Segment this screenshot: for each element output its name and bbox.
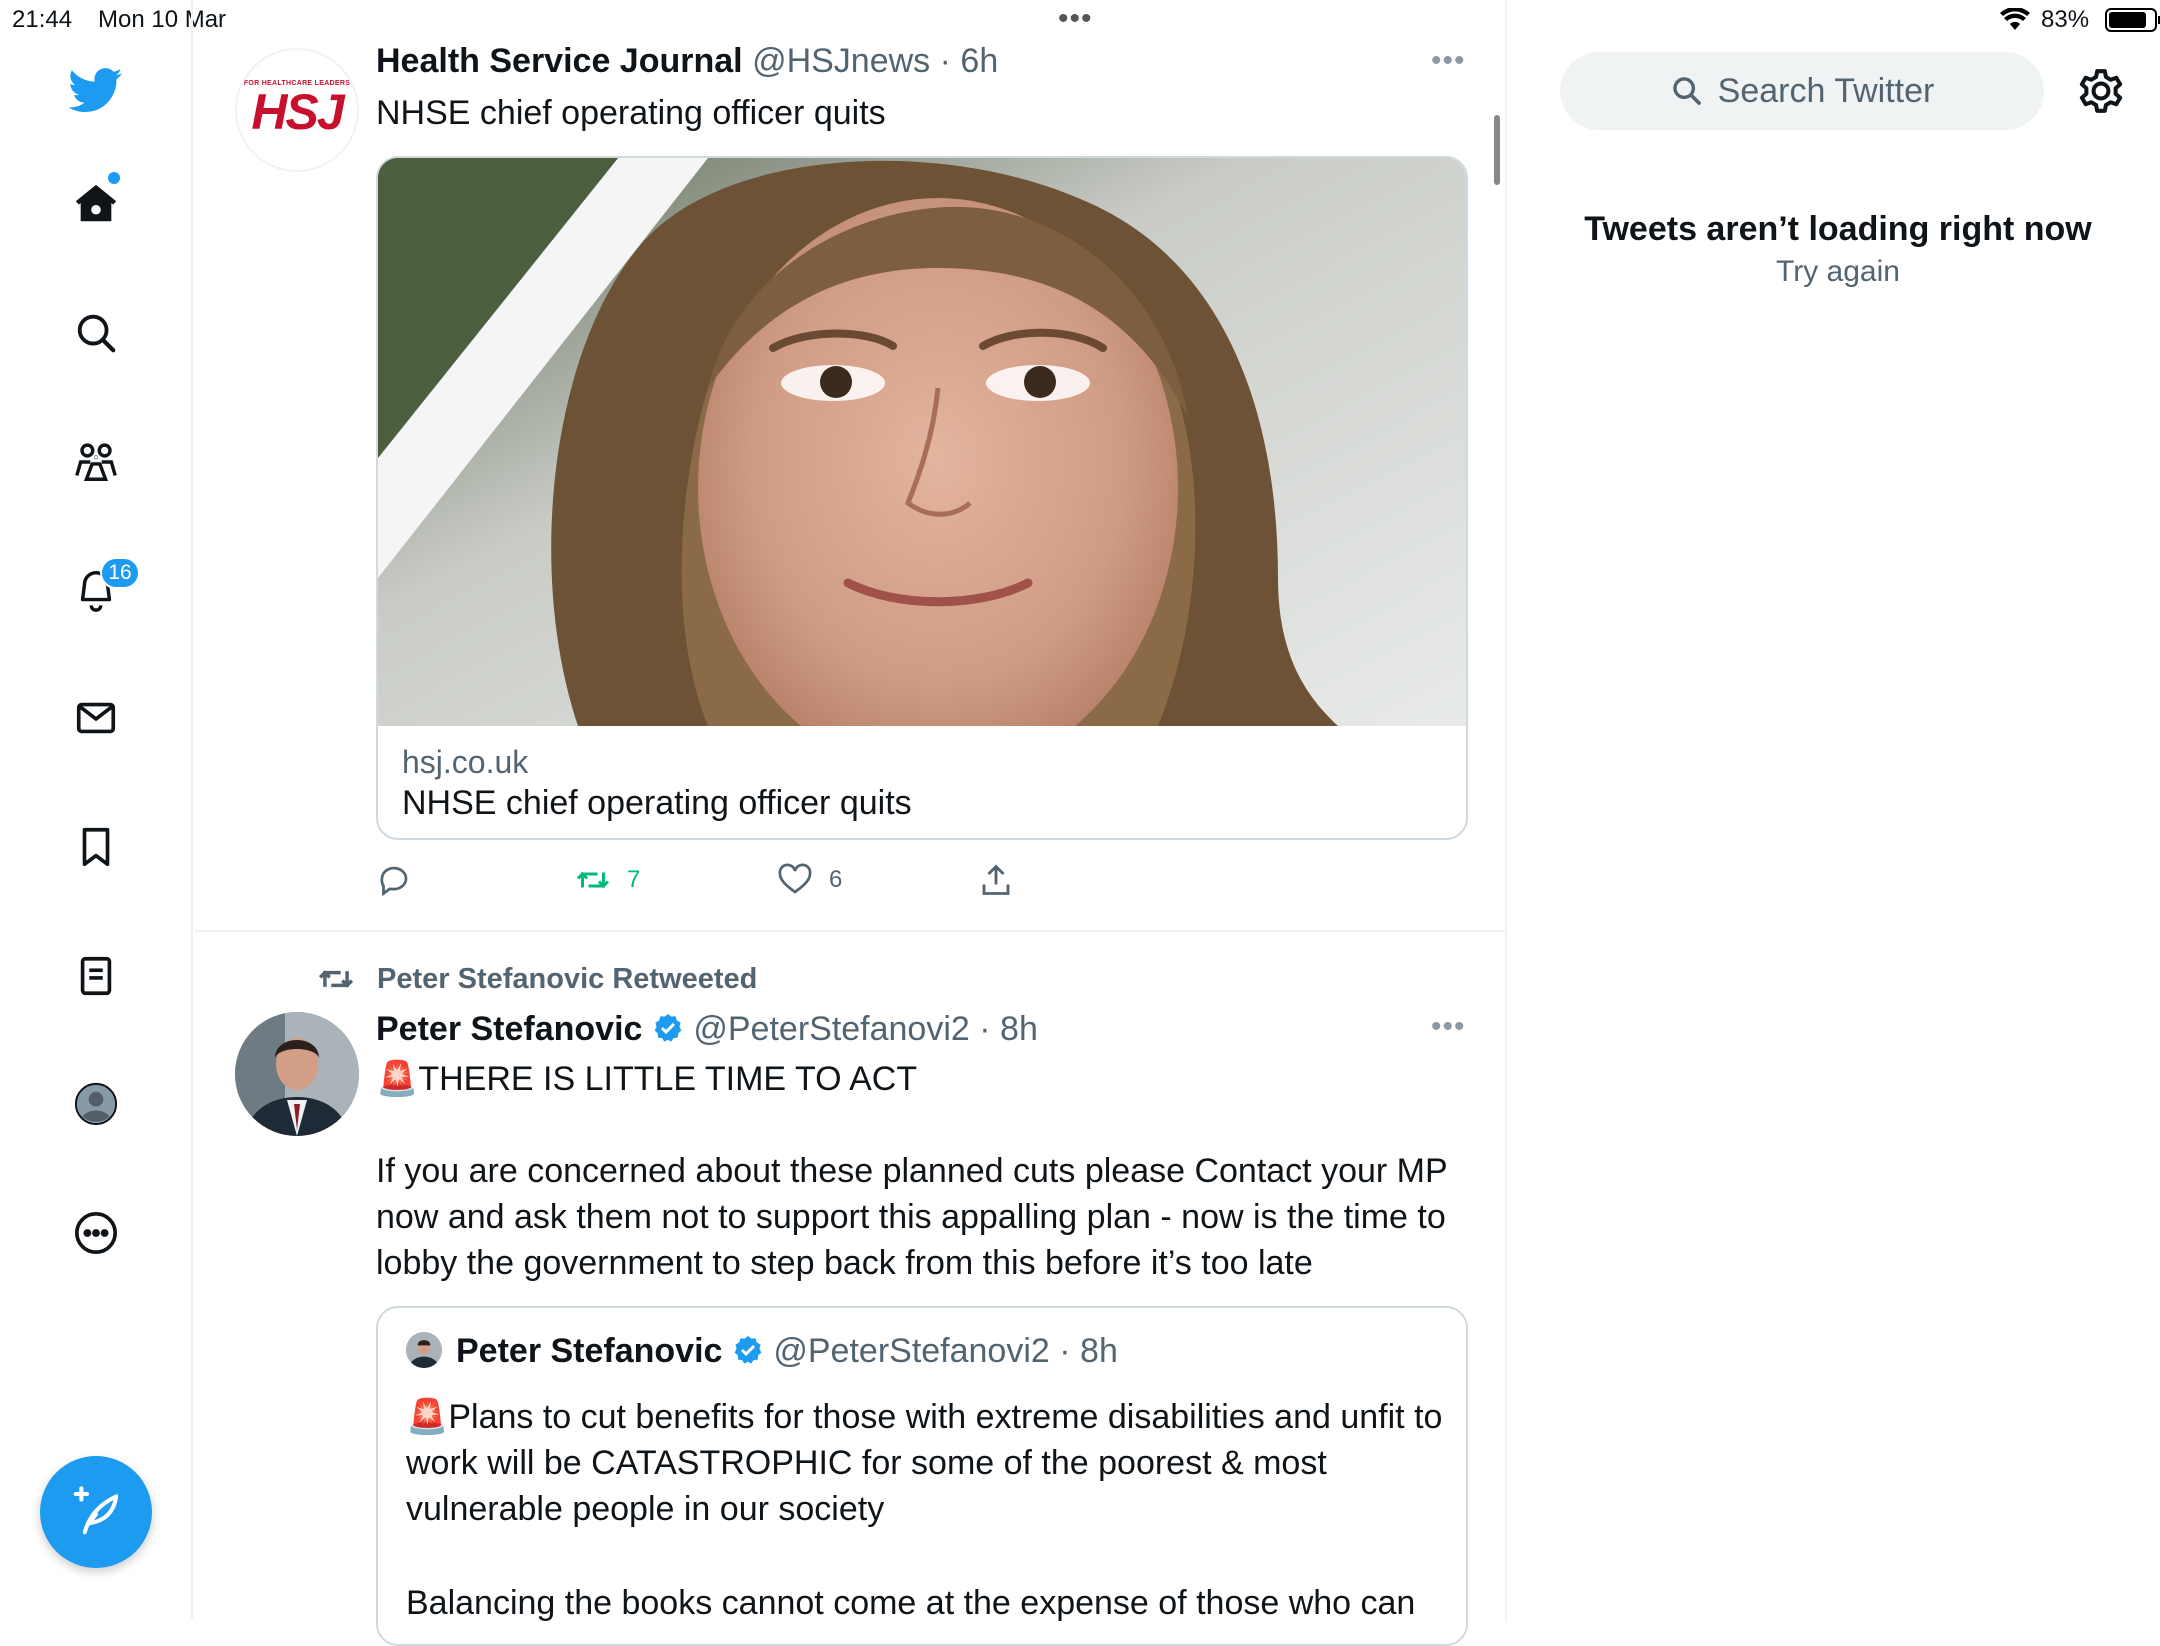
peter-stefanovic-avatar[interactable] xyxy=(235,1012,359,1136)
trends-error: Tweets aren’t loading right now Try agai… xyxy=(1560,210,2116,289)
like-button[interactable]: 6 xyxy=(777,862,842,898)
tweet-text: NHSE chief operating officer quits xyxy=(376,90,886,136)
messages-envelope-icon[interactable] xyxy=(56,678,136,758)
link-card[interactable]: hsj.co.uk NHSE chief operating officer q… xyxy=(376,156,1468,840)
tweet-author[interactable]: Peter Stefanovic xyxy=(376,1010,642,1048)
retweeted-by-row[interactable]: Peter Stefanovic Retweeted xyxy=(317,960,757,998)
battery-percent: 83% xyxy=(2041,6,2089,34)
search-placeholder: Search Twitter xyxy=(1718,72,1935,111)
twitter-logo-icon[interactable] xyxy=(56,50,136,130)
card-image xyxy=(378,158,1468,726)
retweet-small-icon xyxy=(317,960,355,998)
card-title: NHSE chief operating officer quits xyxy=(402,784,912,823)
explore-search-icon[interactable] xyxy=(56,293,136,373)
try-again-link[interactable]: Try again xyxy=(1560,255,2116,289)
quote-text-para1: 🚨Plans to cut benefits for those with ex… xyxy=(406,1394,1446,1532)
quote-time: · 8h xyxy=(1059,1332,1118,1370)
timeline-scrollbar[interactable] xyxy=(1494,115,1500,185)
tweet-text-para2: If you are concerned about these planned… xyxy=(376,1148,1476,1286)
tweet-divider xyxy=(195,930,1507,932)
tweet-time[interactable]: · 6h xyxy=(940,42,999,80)
verified-badge-icon xyxy=(732,1334,764,1366)
like-count: 6 xyxy=(829,866,842,894)
timeline: FOR HEALTHCARE LEADERS HSJ Health Servic… xyxy=(195,0,1507,1620)
home-unread-dot xyxy=(108,172,120,184)
home-icon[interactable] xyxy=(56,164,136,244)
tweet-time[interactable]: · 8h xyxy=(979,1010,1038,1048)
retweet-count: 7 xyxy=(627,866,640,894)
tweet-header: Health Service Journal @HSJnews · 6h xyxy=(376,42,998,81)
retweet-button[interactable]: 7 xyxy=(575,862,640,898)
battery-icon xyxy=(2105,8,2157,32)
tweet-author[interactable]: Health Service Journal xyxy=(376,42,743,80)
verified-badge-icon xyxy=(652,1012,684,1044)
tweet-text-line1: 🚨THERE IS LITTLE TIME TO ACT xyxy=(376,1056,917,1102)
quote-text-para2: Balancing the books cannot come at the e… xyxy=(406,1580,1446,1626)
feather-plus-icon xyxy=(69,1485,123,1539)
communities-icon[interactable] xyxy=(56,422,136,502)
notifications-badge: 16 xyxy=(100,557,140,589)
left-nav: 16 xyxy=(0,0,193,1620)
wifi-icon xyxy=(2000,8,2030,37)
tweet-handle[interactable]: @PeterStefanovi2 xyxy=(693,1010,969,1048)
lists-icon[interactable] xyxy=(56,936,136,1016)
quote-handle: @PeterStefanovi2 xyxy=(773,1332,1049,1370)
tweet-more-icon[interactable]: ••• xyxy=(1431,44,1466,78)
quote-header: Peter Stefanovic @PeterStefanovi2 · 8h xyxy=(456,1332,1118,1371)
more-options-icon[interactable] xyxy=(56,1193,136,1273)
profile-avatar-icon[interactable] xyxy=(56,1064,136,1144)
reply-button[interactable] xyxy=(376,862,428,898)
quote-author-avatar xyxy=(406,1332,442,1368)
tweet-more-icon[interactable]: ••• xyxy=(1431,1010,1466,1044)
bookmark-icon[interactable] xyxy=(56,807,136,887)
settings-gear-icon[interactable] xyxy=(2074,64,2128,118)
tweet-header: Peter Stefanovic @PeterStefanovi2 · 8h xyxy=(376,1010,1038,1049)
error-title: Tweets aren’t loading right now xyxy=(1560,210,2116,249)
search-icon xyxy=(1670,74,1704,108)
quote-author: Peter Stefanovic xyxy=(456,1332,722,1370)
retweet-icon xyxy=(575,862,611,898)
heart-icon xyxy=(777,862,813,898)
share-icon xyxy=(978,862,1014,898)
retweeted-by-label: Peter Stefanovic Retweeted xyxy=(377,963,757,996)
avatar-logo-text: HSJ xyxy=(251,83,342,141)
hsj-avatar[interactable]: FOR HEALTHCARE LEADERS HSJ xyxy=(235,48,359,172)
reply-icon xyxy=(376,862,412,898)
card-domain: hsj.co.uk xyxy=(402,744,528,781)
tweet-handle[interactable]: @HSJnews xyxy=(752,42,930,80)
compose-tweet-button[interactable] xyxy=(40,1456,152,1568)
quote-tweet-card[interactable]: Peter Stefanovic @PeterStefanovi2 · 8h 🚨… xyxy=(376,1306,1468,1646)
share-button[interactable] xyxy=(978,862,1014,898)
search-input[interactable]: Search Twitter xyxy=(1560,52,2044,130)
